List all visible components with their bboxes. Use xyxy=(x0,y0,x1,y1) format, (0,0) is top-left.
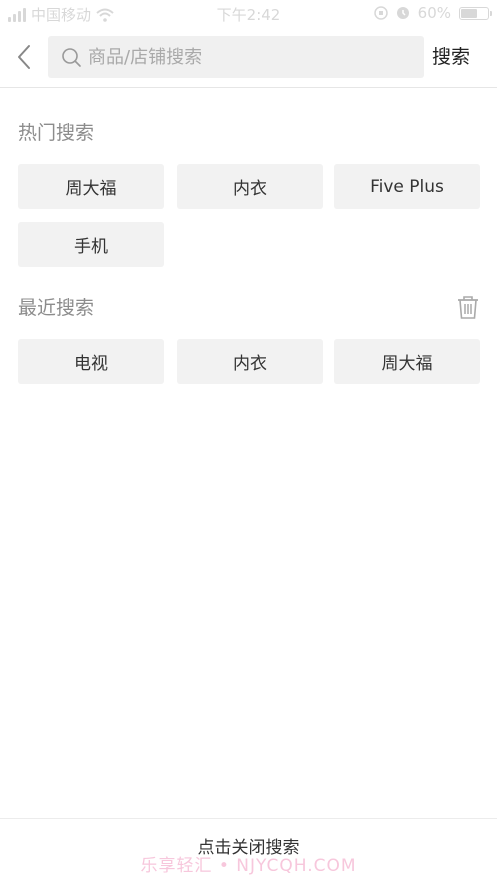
hot-search-chip[interactable]: 内衣 xyxy=(177,164,323,209)
battery-level xyxy=(461,8,477,18)
footer: 点击关闭搜索 乐享轻汇 • NJYCQH.COM xyxy=(0,818,497,883)
search-input[interactable] xyxy=(88,46,408,68)
battery-icon xyxy=(459,6,492,20)
hot-search-chip[interactable]: 周大福 xyxy=(18,164,164,209)
alarm-icon xyxy=(396,7,409,19)
search-icon xyxy=(62,48,81,67)
recent-search-chip[interactable]: 电视 xyxy=(18,339,164,384)
recent-search-chip[interactable]: 内衣 xyxy=(177,339,323,384)
search-box[interactable] xyxy=(48,36,424,78)
search-button[interactable]: 搜索 xyxy=(432,42,470,69)
orientation-lock-icon xyxy=(373,6,388,20)
recent-search-title: 最近搜索 xyxy=(18,297,95,319)
hot-search-title: 热门搜索 xyxy=(18,122,95,144)
recent-search-chip[interactable]: 周大福 xyxy=(334,339,480,384)
status-bar: 中国移动 下午2:42 60% xyxy=(0,0,497,28)
chevron-left-icon[interactable] xyxy=(10,42,40,72)
search-header: 搜索 xyxy=(0,28,497,88)
battery-percent: 60% xyxy=(417,4,451,22)
watermark: 乐享轻汇 • NJYCQH.COM xyxy=(140,856,357,876)
hot-search-chip[interactable]: 手机 xyxy=(18,222,164,267)
hot-search-chip[interactable]: Five Plus xyxy=(334,164,480,209)
status-right: 60% xyxy=(373,4,492,22)
trash-icon[interactable] xyxy=(455,294,481,320)
